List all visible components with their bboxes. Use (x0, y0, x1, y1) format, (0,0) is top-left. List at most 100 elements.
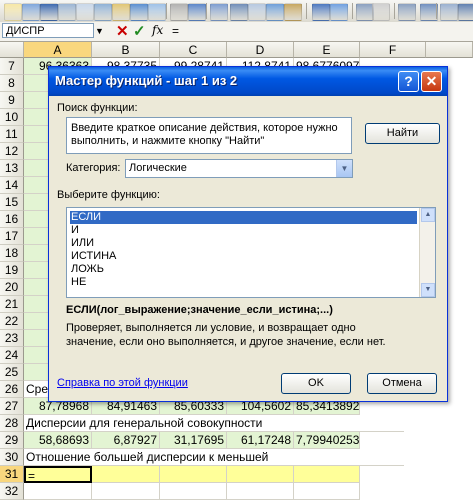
row-header[interactable]: 31 (0, 466, 24, 483)
toolbar-button-icon[interactable] (398, 3, 416, 21)
cell-c29[interactable]: 31,17695 (160, 432, 227, 449)
column-header-e[interactable]: E (294, 42, 360, 58)
scroll-down-icon[interactable]: ▼ (421, 283, 435, 297)
toolbar-button-icon[interactable] (330, 3, 348, 21)
function-help-link[interactable]: Справка по этой функции (57, 377, 188, 389)
cancel-entry-icon[interactable]: ✕ (116, 22, 129, 40)
cell-a31[interactable]: = (24, 466, 92, 483)
toolbar-button-icon[interactable] (230, 3, 248, 21)
cell-c32[interactable] (160, 483, 227, 500)
search-input[interactable]: Введите краткое описание действия, котор… (66, 117, 352, 154)
row-header[interactable]: 19 (0, 262, 24, 279)
formula-input[interactable]: = (172, 24, 179, 38)
cell-c31[interactable] (160, 466, 227, 483)
toolbar-button-icon[interactable] (458, 3, 473, 21)
cell-e32[interactable] (294, 483, 360, 500)
toolbar-button-icon[interactable] (40, 3, 58, 21)
insert-function-icon[interactable]: fx (152, 23, 163, 37)
toolbar-button-icon[interactable] (76, 3, 94, 21)
row-header[interactable]: 14 (0, 177, 24, 194)
find-button[interactable]: Найти (365, 123, 440, 144)
function-list-item[interactable]: ЛОЖЬ (70, 263, 417, 276)
row-header[interactable]: 12 (0, 143, 24, 160)
row-header[interactable]: 16 (0, 211, 24, 228)
toolbar-button-icon[interactable] (210, 3, 228, 21)
row-header[interactable]: 10 (0, 109, 24, 126)
cell-e29[interactable]: 7,79940253 (294, 432, 360, 449)
row-header[interactable]: 15 (0, 194, 24, 211)
row-header[interactable]: 13 (0, 160, 24, 177)
cell-b32[interactable] (92, 483, 160, 500)
column-header-b[interactable]: B (92, 42, 160, 58)
ok-button[interactable]: OK (281, 373, 351, 394)
cell-b31[interactable] (92, 466, 160, 483)
name-box[interactable]: ДИСПР (2, 23, 94, 38)
row-header[interactable]: 24 (0, 347, 24, 364)
column-header-c[interactable]: C (160, 42, 227, 58)
row-header[interactable]: 20 (0, 279, 24, 296)
function-list-item[interactable]: ЕСЛИ (70, 211, 417, 224)
cell-a29[interactable]: 58,68693 (24, 432, 92, 449)
row-header[interactable]: 23 (0, 330, 24, 347)
toolbar-button-icon[interactable] (148, 3, 166, 21)
help-button[interactable]: ? (398, 71, 419, 92)
dialog-titlebar[interactable]: Мастер функций - шаг 1 из 2 ? ✕ (49, 67, 447, 96)
chevron-down-icon[interactable]: ▼ (336, 160, 352, 177)
toolbar-button-icon[interactable] (372, 3, 390, 21)
toolbar-button-icon[interactable] (58, 3, 76, 21)
label-cell[interactable]: Отношение большей дисперсии к меньшей (24, 449, 404, 466)
row-header[interactable]: 30 (0, 449, 24, 466)
row-header[interactable]: 17 (0, 228, 24, 245)
row-header[interactable]: 28 (0, 415, 24, 432)
function-list-item[interactable]: НЕ (70, 276, 417, 289)
row-header[interactable]: 26 (0, 381, 24, 398)
row-header[interactable]: 29 (0, 432, 24, 449)
function-list-item[interactable]: ИСТИНА (70, 250, 417, 263)
category-select[interactable]: Логические ▼ (125, 159, 353, 178)
row-header[interactable]: 18 (0, 245, 24, 262)
toolbar-button-icon[interactable] (284, 3, 302, 21)
column-header-a[interactable]: A (24, 42, 92, 58)
toolbar-button-icon[interactable] (22, 3, 40, 21)
toolbar-button-icon[interactable] (188, 3, 206, 21)
cell-b29[interactable]: 6,87927 (92, 432, 160, 449)
toolbar-button-icon[interactable] (266, 3, 284, 21)
select-all-corner[interactable] (0, 42, 24, 58)
function-description: Проверяет, выполняется ли условие, и воз… (66, 322, 386, 348)
toolbar-button-icon[interactable] (248, 3, 266, 21)
cell-d32[interactable] (227, 483, 294, 500)
toolbar-button-icon[interactable] (440, 3, 458, 21)
toolbar-button-icon[interactable] (130, 3, 148, 21)
row-header[interactable]: 8 (0, 75, 24, 92)
cell-d31[interactable] (227, 466, 294, 483)
cell-d29[interactable]: 61,17248 (227, 432, 294, 449)
row-header[interactable]: 9 (0, 92, 24, 109)
cell-a32[interactable] (24, 483, 92, 500)
enter-entry-icon[interactable]: ✓ (133, 22, 146, 40)
toolbar-button-icon[interactable] (170, 3, 188, 21)
function-list[interactable]: ЕСЛИ И ИЛИ ИСТИНА ЛОЖЬ НЕ ▲ ▼ (66, 207, 436, 298)
column-header-d[interactable]: D (227, 42, 294, 58)
list-scrollbar[interactable]: ▲ ▼ (419, 208, 435, 297)
scroll-up-icon[interactable]: ▲ (421, 208, 435, 222)
name-box-dropdown-icon[interactable]: ▼ (95, 26, 104, 36)
row-header[interactable]: 21 (0, 296, 24, 313)
row-header[interactable]: 7 (0, 58, 24, 75)
row-header[interactable]: 32 (0, 483, 24, 500)
toolbar-button-icon[interactable] (312, 3, 330, 21)
label-cell[interactable]: Дисперсии для генеральной совокупности (24, 415, 404, 432)
function-list-item[interactable]: ИЛИ (70, 237, 417, 250)
toolbar-button-icon[interactable] (94, 3, 112, 21)
function-list-item[interactable]: И (70, 224, 417, 237)
row-header[interactable]: 25 (0, 364, 24, 381)
row-header[interactable]: 22 (0, 313, 24, 330)
cancel-button[interactable]: Отмена (367, 373, 437, 394)
cell-e31[interactable] (294, 466, 360, 483)
toolbar-button-icon[interactable] (4, 3, 22, 21)
column-header-g[interactable] (426, 42, 473, 58)
close-button[interactable]: ✕ (421, 71, 442, 92)
row-header[interactable]: 27 (0, 398, 24, 415)
toolbar-button-icon[interactable] (112, 3, 130, 21)
row-header[interactable]: 11 (0, 126, 24, 143)
column-header-f[interactable]: F (360, 42, 426, 58)
